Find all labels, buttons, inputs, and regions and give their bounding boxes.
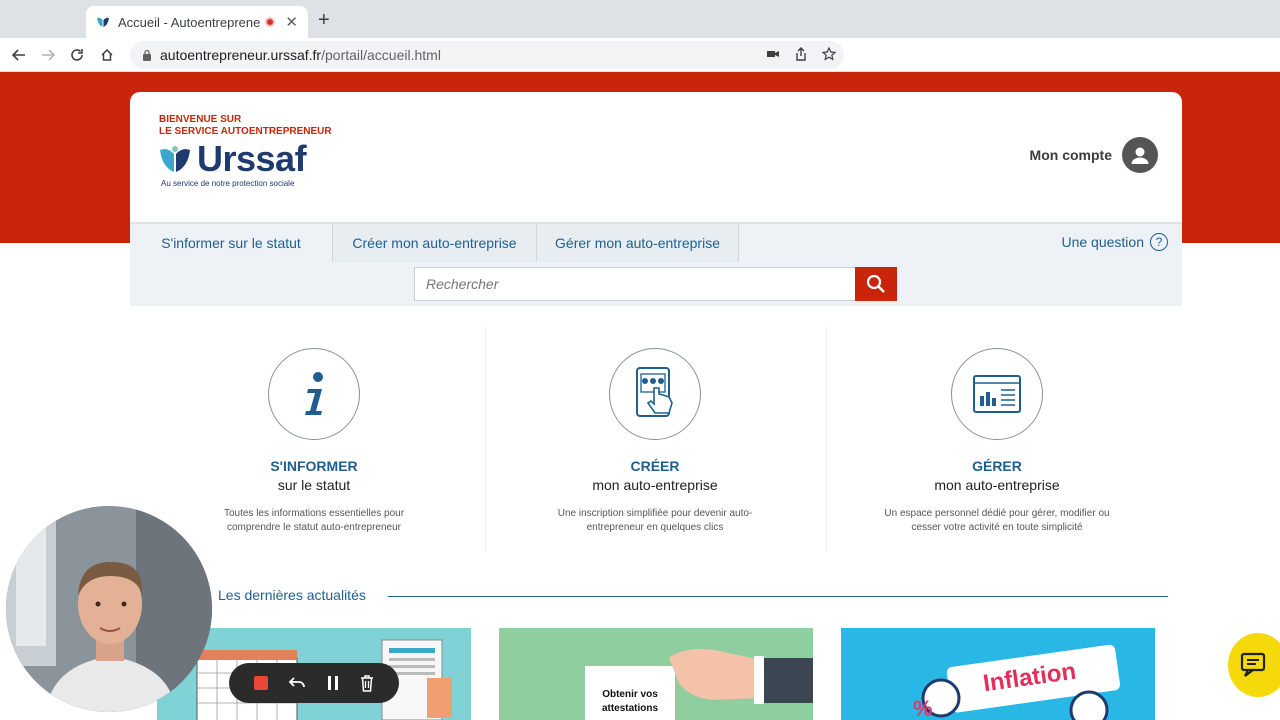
tab-title: Accueil - Autoentrepreneur xyxy=(118,14,262,30)
reload-icon[interactable] xyxy=(66,44,88,66)
feature-description: Une inscription simplifiée pour devenir … xyxy=(557,508,753,533)
feature-description: Toutes les informations essentielles pou… xyxy=(223,508,405,533)
news-card-2[interactable]: Obtenir vos attestations xyxy=(499,628,813,720)
feature-description: Un espace personnel dédié pour gérer, mo… xyxy=(884,508,1110,533)
chat-icon xyxy=(1240,652,1266,677)
account-button[interactable]: Mon compte xyxy=(1030,137,1158,173)
nav-item-gerer[interactable]: Gérer mon auto-entreprise xyxy=(537,224,739,262)
chat-widget-button[interactable] xyxy=(1228,633,1280,697)
logo-tagline: Au service de notre protection sociale xyxy=(161,179,295,188)
recording-controls xyxy=(229,663,399,703)
browser-toolbar: autoentrepreneur.urssaf.fr/portail/accue… xyxy=(0,38,1280,72)
camera-icon[interactable] xyxy=(766,47,780,61)
browser-tab[interactable]: Accueil - Autoentrepreneur ✕ xyxy=(86,6,308,38)
tablet-touch-icon xyxy=(609,348,701,440)
feature-title: CRÉER xyxy=(630,458,680,474)
back-arrow-icon[interactable] xyxy=(8,44,30,66)
pause-icon[interactable] xyxy=(326,675,340,691)
url-path: /portail/accueil.html xyxy=(321,47,441,63)
user-avatar-icon xyxy=(1122,137,1158,173)
urssaf-logo[interactable]: Urssaf xyxy=(159,138,307,179)
trash-icon[interactable] xyxy=(359,674,375,692)
account-label: Mon compte xyxy=(1029,147,1112,163)
urssaf-logo-icon xyxy=(160,146,190,172)
url-host: autoentrepreneur.urssaf.fr xyxy=(160,47,322,63)
nav-item-creer[interactable]: Créer mon auto-entreprise xyxy=(333,224,537,262)
urssaf-favicon-icon xyxy=(97,17,109,27)
share-icon[interactable] xyxy=(794,47,808,61)
dashboard-chart-icon xyxy=(951,348,1043,440)
new-tab-icon[interactable]: + xyxy=(318,10,330,30)
question-link[interactable]: Une question ? xyxy=(1061,233,1168,251)
search-button[interactable] xyxy=(855,267,897,301)
bookmark-star-icon[interactable] xyxy=(822,47,836,61)
info-icon xyxy=(268,348,360,440)
lock-icon xyxy=(143,49,151,61)
welcome-line-2: LE SERVICE AUTOENTREPRENEUR xyxy=(159,126,332,137)
news-section-title: Les dernières actualités xyxy=(218,587,366,603)
nav-item-informer[interactable]: S'informer sur le statut xyxy=(130,224,333,262)
webcam-overlay[interactable] xyxy=(6,506,212,712)
search-icon xyxy=(866,274,885,293)
undo-icon[interactable] xyxy=(288,675,306,691)
welcome-text: BIENVENUE SUR LE SERVICE AUTOENTREPRENEU… xyxy=(159,114,332,138)
news-card-2-line-2: attestations xyxy=(601,703,659,714)
svg-text:%: % xyxy=(913,696,933,720)
feature-subtitle: mon auto-entreprise xyxy=(592,477,718,493)
home-icon[interactable] xyxy=(96,44,118,66)
feature-title: GÉRER xyxy=(972,458,1022,474)
search-bar xyxy=(130,262,1182,306)
webcam-person-image xyxy=(6,506,212,712)
browser-tab-bar: Accueil - Autoentrepreneur ✕ + xyxy=(0,0,1280,38)
question-label: Une question xyxy=(1061,234,1144,250)
help-question-icon: ? xyxy=(1150,233,1168,251)
news-card-2-line-1: Obtenir vos xyxy=(602,689,658,700)
recording-indicator-icon xyxy=(265,17,276,27)
news-card-2-text: Obtenir vos attestations xyxy=(585,688,675,716)
stop-recording-icon[interactable] xyxy=(253,675,269,691)
news-card-3[interactable]: % Inflation xyxy=(841,628,1155,720)
feature-subtitle: mon auto-entreprise xyxy=(934,477,1060,493)
news-divider xyxy=(388,596,1168,597)
feature-creer[interactable]: CRÉER mon auto-entreprise Une inscriptio… xyxy=(485,326,825,552)
feature-title: S'INFORMER xyxy=(270,458,358,474)
feature-subtitle: sur le statut xyxy=(277,477,351,493)
main-nav: S'informer sur le statut Créer mon auto-… xyxy=(130,222,1182,262)
address-bar[interactable]: autoentrepreneur.urssaf.fr/portail/accue… xyxy=(130,41,844,69)
forward-arrow-icon[interactable] xyxy=(37,44,59,66)
feature-gerer[interactable]: GÉRER mon auto-entreprise Un espace pers… xyxy=(827,326,1167,552)
site-header: BIENVENUE SUR LE SERVICE AUTOENTREPRENEU… xyxy=(130,92,1182,222)
tab-close-icon[interactable]: ✕ xyxy=(285,13,298,31)
logo-wordmark: Urssaf xyxy=(197,138,307,179)
feature-informer[interactable]: S'INFORMER sur le statut Toutes les info… xyxy=(144,326,484,552)
search-input[interactable] xyxy=(414,267,856,301)
welcome-line-1: BIENVENUE SUR xyxy=(159,114,242,125)
